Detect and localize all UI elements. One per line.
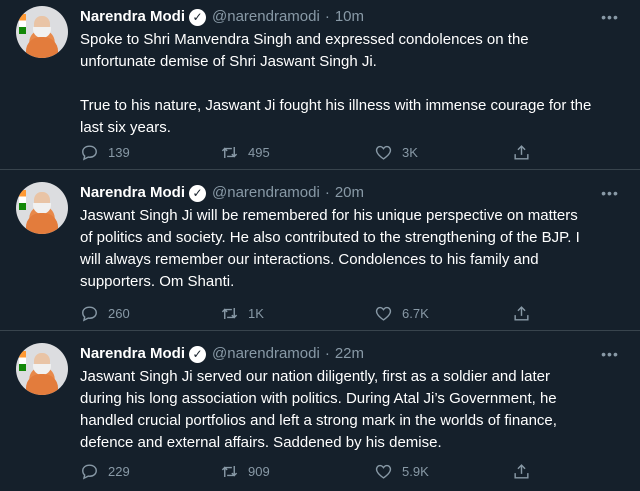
retweet-button[interactable]: 909 [220, 461, 270, 481]
retweet-count: 909 [248, 463, 270, 479]
share-button[interactable] [512, 142, 531, 162]
tweet-header: Narendra Modi ✓ @narendramodi · 10m [80, 5, 640, 29]
retweet-count: 1K [248, 305, 264, 321]
reply-icon [82, 144, 97, 161]
author-name[interactable]: Narendra Modi [80, 5, 185, 29]
verified-badge-icon: ✓ [189, 345, 207, 363]
reply-icon [82, 463, 97, 480]
like-button[interactable]: 5.9K [374, 461, 429, 481]
tweet-text: Spoke to Shri Manvendra Singh and expres… [80, 31, 592, 136]
reply-button[interactable]: 260 [80, 303, 130, 323]
retweet-icon [221, 146, 238, 158]
avatar-body [26, 213, 58, 234]
avatar[interactable] [16, 182, 68, 234]
tweet-text: Jaswant Singh Ji will be remembered for … [80, 207, 580, 290]
tweet-actions: 229 909 5.9K [80, 461, 530, 481]
tweet-header: Narendra Modi ✓ @narendramodi · 20m [80, 181, 640, 205]
more-dots-icon[interactable]: ••• [598, 344, 622, 364]
author-name[interactable]: Narendra Modi [80, 342, 185, 366]
avatar-body [26, 374, 58, 395]
avatar[interactable] [16, 6, 68, 58]
tweet-text: Jaswant Singh Ji served our nation dilig… [80, 368, 557, 451]
reply-icon [82, 305, 97, 322]
heart-icon [375, 306, 392, 321]
retweet-icon [221, 465, 238, 477]
author-name[interactable]: Narendra Modi [80, 181, 185, 205]
tweet-time[interactable]: 10m [335, 5, 364, 29]
separator-dot: · [324, 345, 330, 362]
share-button[interactable] [512, 461, 531, 481]
reply-button[interactable]: 139 [80, 142, 130, 162]
author-handle[interactable]: @narendramodi [212, 181, 320, 205]
retweet-button[interactable]: 1K [220, 303, 264, 323]
reply-button[interactable]: 229 [80, 461, 130, 481]
heart-icon [375, 145, 392, 160]
verified-badge-icon: ✓ [189, 184, 207, 202]
share-icon [514, 463, 529, 479]
heart-icon [375, 464, 392, 479]
like-count: 3K [402, 144, 418, 160]
author-handle[interactable]: @narendramodi [212, 342, 320, 366]
tweet-card[interactable]: Narendra Modi ✓ @narendramodi · 20m ••• … [0, 170, 640, 331]
share-icon [514, 144, 529, 160]
reply-count: 260 [108, 305, 130, 321]
more-dots-icon[interactable]: ••• [598, 7, 622, 27]
tweet-time[interactable]: 22m [335, 342, 364, 366]
avatar[interactable] [16, 343, 68, 395]
tweet-card[interactable]: Narendra Modi ✓ @narendramodi · 10m ••• … [0, 0, 640, 170]
flag-icon [19, 190, 26, 210]
author-handle[interactable]: @narendramodi [212, 5, 320, 29]
flag-icon [19, 351, 26, 371]
like-count: 6.7K [402, 305, 429, 321]
reply-count: 139 [108, 144, 130, 160]
tweet-feed: Narendra Modi ✓ @narendramodi · 10m ••• … [0, 0, 640, 491]
tweet-card[interactable]: Narendra Modi ✓ @narendramodi · 22m ••• … [0, 331, 640, 491]
retweet-icon [221, 307, 238, 319]
like-count: 5.9K [402, 463, 429, 479]
flag-icon [19, 14, 26, 34]
retweet-count: 495 [248, 144, 270, 160]
tweet-actions: 139 495 3K [80, 142, 530, 162]
tweet-time[interactable]: 20m [335, 181, 364, 205]
tweet-header: Narendra Modi ✓ @narendramodi · 22m [80, 342, 640, 366]
like-button[interactable]: 6.7K [374, 303, 429, 323]
verified-badge-icon: ✓ [189, 8, 207, 26]
retweet-button[interactable]: 495 [220, 142, 270, 162]
more-dots-icon[interactable]: ••• [598, 183, 622, 203]
share-button[interactable] [512, 303, 531, 323]
separator-dot: · [324, 184, 330, 201]
separator-dot: · [324, 8, 330, 25]
avatar-body [26, 37, 58, 58]
share-icon [514, 305, 529, 321]
like-button[interactable]: 3K [374, 142, 418, 162]
tweet-actions: 260 1K 6.7K [80, 303, 530, 323]
reply-count: 229 [108, 463, 130, 479]
